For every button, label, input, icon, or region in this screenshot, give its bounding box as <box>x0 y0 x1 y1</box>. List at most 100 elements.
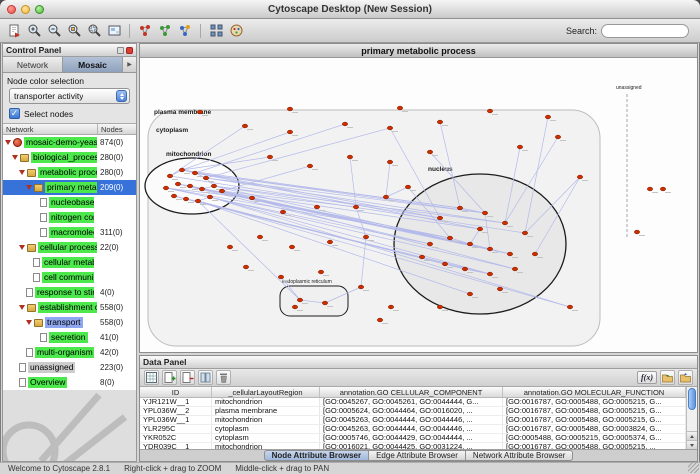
expand-arrow-icon[interactable] <box>5 140 11 145</box>
network-node[interactable] <box>497 287 502 291</box>
network-node[interactable] <box>353 205 358 209</box>
color-attribute-dropdown[interactable]: transporter activity <box>9 88 130 104</box>
network-node[interactable] <box>207 195 212 199</box>
close-panel-button[interactable] <box>126 47 133 54</box>
table-cell[interactable]: cytoplasm <box>212 434 320 442</box>
table-cell[interactable]: [GO:0045267, GO:0045261, GO:0044444, G..… <box>320 398 503 406</box>
network-node[interactable] <box>267 155 272 159</box>
network-node[interactable] <box>242 124 247 128</box>
scroll-down-button[interactable] <box>687 440 697 449</box>
network-node[interactable] <box>487 247 492 251</box>
network-node[interactable] <box>163 186 168 190</box>
network-node[interactable] <box>287 130 292 134</box>
network-node[interactable] <box>507 252 512 256</box>
network-node[interactable] <box>487 272 492 276</box>
tab-scroll-right-button[interactable]: ▶ <box>123 57 136 72</box>
select-first-neighbors-button[interactable] <box>176 22 194 40</box>
import-table-button[interactable] <box>660 370 675 385</box>
tree-item-overview[interactable]: Overview8(0) <box>3 375 136 390</box>
network-node[interactable] <box>342 122 347 126</box>
network-node[interactable] <box>175 182 180 186</box>
table-cell[interactable]: plasma membrane <box>212 407 320 415</box>
resize-grip[interactable] <box>688 462 699 473</box>
network-node[interactable] <box>327 240 332 244</box>
network-node[interactable] <box>167 174 172 178</box>
table-cell[interactable]: YKR052C <box>140 434 212 442</box>
network-node[interactable] <box>545 115 550 119</box>
network-node[interactable] <box>203 176 208 180</box>
zoom-in-button[interactable] <box>25 22 43 40</box>
network-node[interactable] <box>437 216 442 220</box>
network-node[interactable] <box>577 175 582 179</box>
network-node[interactable] <box>567 305 572 309</box>
table-cell[interactable]: [GO:0016787, GO:0005488, GO:0005215, G..… <box>503 416 686 424</box>
hide-selected-button[interactable] <box>136 22 154 40</box>
network-node[interactable] <box>318 270 323 274</box>
zoom-window-button[interactable] <box>35 5 44 14</box>
table-row[interactable]: YJR121W__1mitochondrion[GO:0045267, GO:0… <box>140 398 686 407</box>
network-node[interactable] <box>195 199 200 203</box>
zoom-fit-button[interactable] <box>85 22 103 40</box>
table-cell[interactable]: [GO:0045263, GO:0044444, GO:0044446, ... <box>320 416 503 424</box>
network-node[interactable] <box>419 255 424 259</box>
table-cell[interactable]: YJR121W__1 <box>140 398 212 406</box>
network-node[interactable] <box>171 194 176 198</box>
network-node[interactable] <box>442 262 447 266</box>
formula-builder-button[interactable]: f(x) <box>637 371 657 384</box>
network-node[interactable] <box>397 106 402 110</box>
tree-item-response-to-stimul[interactable]: response to stimul...4(0) <box>3 285 136 300</box>
apply-layout-button[interactable] <box>207 22 225 40</box>
expand-arrow-icon[interactable] <box>19 305 25 310</box>
zoom-selected-button[interactable] <box>65 22 83 40</box>
close-window-button[interactable] <box>7 5 16 14</box>
network-node[interactable] <box>183 197 188 201</box>
network-node[interactable] <box>243 265 248 269</box>
select-nodes-checkbox[interactable]: ✓ <box>9 108 20 119</box>
table-row[interactable]: YPL036W__2plasma membrane[GO:0005624, GO… <box>140 407 686 416</box>
tree-item-nitrogen-compo[interactable]: nitrogen compo... <box>3 210 136 225</box>
table-scrollbar[interactable] <box>686 387 697 449</box>
open-vizmapper-button[interactable] <box>227 22 245 40</box>
expand-arrow-icon[interactable] <box>26 320 32 325</box>
table-row[interactable]: YDR039C__1mitochondrion[GO:0016021, GO:0… <box>140 443 686 449</box>
tree-item-nucleobase[interactable]: nucleobase... <box>3 195 136 210</box>
show-graphics-details-button[interactable] <box>105 22 123 40</box>
column-header-id[interactable]: ID <box>140 387 212 397</box>
network-node[interactable] <box>532 252 537 256</box>
table-cell[interactable]: YPL036W__2 <box>140 407 212 415</box>
network-node[interactable] <box>197 110 202 114</box>
tree-item-unassigned[interactable]: unassigned223(0) <box>3 360 136 375</box>
network-node[interactable] <box>447 236 452 240</box>
network-node[interactable] <box>462 267 467 271</box>
network-node[interactable] <box>634 230 639 234</box>
table-cell[interactable]: [GO:0016021, GO:0044425, GO:0031224, ... <box>320 443 503 449</box>
network-node[interactable] <box>427 242 432 246</box>
network-node[interactable] <box>477 227 482 231</box>
network-node[interactable] <box>314 205 319 209</box>
network-node[interactable] <box>297 298 302 302</box>
scroll-up-button[interactable] <box>687 431 697 440</box>
minimize-window-button[interactable] <box>21 5 30 14</box>
tree-item-establishment-of-l[interactable]: establishment of l...558(0) <box>3 300 136 315</box>
network-node[interactable] <box>377 318 382 322</box>
edit-attribute-button[interactable] <box>198 370 213 385</box>
tree-item-macromolecule[interactable]: macromolecule...311(0) <box>3 225 136 240</box>
table-cell[interactable]: YLR295C <box>140 425 212 433</box>
network-node[interactable] <box>405 185 410 189</box>
network-node[interactable] <box>437 120 442 124</box>
network-node[interactable] <box>292 305 297 309</box>
tree-item-cellular-metabo[interactable]: cellular metabo... <box>3 255 136 270</box>
tree-item-mosaic-demo-yeast[interactable]: mosaic-demo-yeast874(0) <box>3 135 136 150</box>
table-cell[interactable]: YPL036W__1 <box>140 416 212 424</box>
network-node[interactable] <box>457 206 462 210</box>
network-node[interactable] <box>249 196 254 200</box>
create-attribute-button[interactable] <box>162 370 177 385</box>
table-row[interactable]: YLR295Ccytoplasm[GO:0045263, GO:0044444,… <box>140 425 686 434</box>
tab-edge-attribute-browser[interactable]: Edge Attribute Browser <box>369 450 466 461</box>
table-cell[interactable]: mitochondrion <box>212 398 320 406</box>
network-node[interactable] <box>437 305 442 309</box>
network-node[interactable] <box>289 245 294 249</box>
table-cell[interactable]: cytoplasm <box>212 425 320 433</box>
table-cell[interactable]: mitochondrion <box>212 416 320 424</box>
table-cell[interactable]: [GO:0045263, GO:0044444, GO:0044446, ... <box>320 425 503 433</box>
